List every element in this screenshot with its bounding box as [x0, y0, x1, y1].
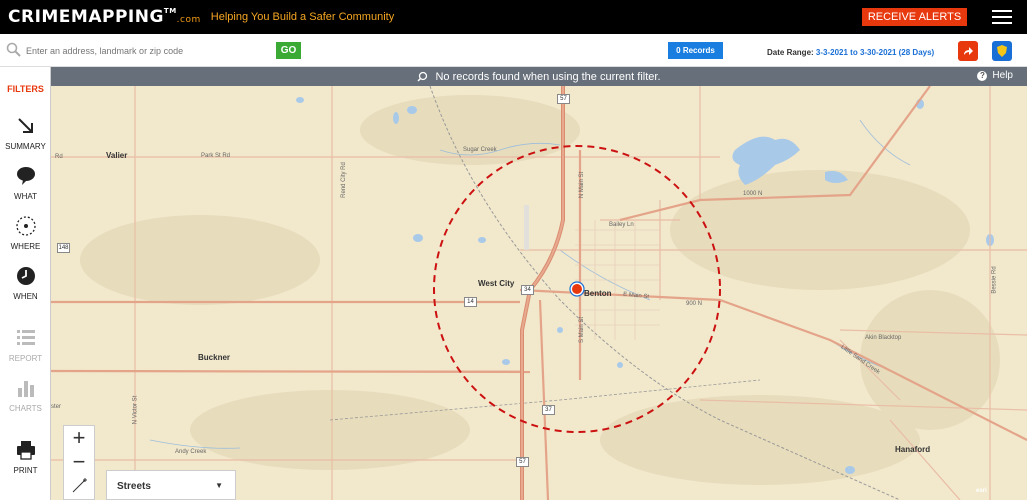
road-label: Rend City Rd [340, 162, 347, 198]
logo-com: .com [176, 15, 201, 25]
road-label: Rd [55, 154, 63, 160]
road-label: Bessie Rd [991, 266, 998, 294]
logo[interactable]: CRIMEMAPPINGTM.com [8, 7, 201, 27]
basemap-selected-value: Streets [117, 481, 151, 492]
logo-text: CRIMEMAPPING [8, 7, 164, 27]
sidebar-item-label: REPORT [8, 354, 43, 363]
help-icon: ? [977, 70, 988, 81]
sidebar-item-label: WHEN [13, 292, 38, 301]
speech-bubble-icon [16, 167, 35, 185]
arrow-down-right-icon [17, 118, 33, 133]
receive-alerts-button[interactable]: RECEIVE ALERTS [862, 8, 967, 26]
clock-icon [16, 267, 35, 285]
route-shield: 34 [521, 285, 534, 295]
top-bar: CRIMEMAPPINGTM.com Helping You Build a S… [0, 0, 1027, 34]
road-label: N Main St [579, 171, 586, 199]
sidebar-item-print[interactable]: PRINT [0, 439, 51, 475]
sidebar-item-label: WHERE [10, 242, 41, 251]
police-badge-icon [997, 45, 1007, 57]
zoom-in-button[interactable]: + [64, 425, 94, 450]
printer-icon [16, 441, 35, 460]
route-shield: 14 [464, 297, 477, 307]
basemap-select[interactable]: Streets ▼ [106, 470, 236, 500]
help-label: Help [992, 70, 1013, 81]
road-label: ster [51, 404, 62, 410]
road-label: S Main St [579, 316, 586, 344]
place-label: Buckner [198, 353, 231, 362]
list-icon [16, 330, 35, 345]
filter-notice-bar: No records found when using the current … [51, 67, 1027, 86]
measure-tool-button[interactable] [64, 474, 94, 498]
road-label: N Victor St [132, 395, 139, 425]
creek-label: Sugar Creek [463, 147, 497, 153]
search-zoom-icon [417, 71, 428, 82]
sidebar-item-when[interactable]: WHEN [0, 265, 51, 301]
sidebar-item-label: CHARTS [9, 404, 42, 413]
place-label: West City [478, 279, 515, 288]
road-label: Andy Creek [175, 449, 207, 455]
sidebar-item-label: SUMMARY [5, 142, 46, 151]
map-canvas[interactable] [51, 67, 1027, 500]
zoom-controls: + − [63, 425, 95, 500]
address-search-input[interactable] [26, 42, 266, 60]
measure-line-icon [72, 478, 87, 493]
logo-tm: TM [163, 7, 177, 15]
road-label: 900 N [686, 301, 703, 307]
place-label: Valier [106, 151, 128, 160]
road-label: 1000 N [743, 191, 763, 197]
share-arrow-icon [964, 47, 973, 55]
road-label: Park St Rd [201, 153, 231, 159]
sidebar-item-report[interactable]: REPORT [0, 327, 51, 363]
agency-button[interactable] [992, 41, 1012, 61]
sidebar-item-what[interactable]: WHAT [0, 165, 51, 201]
tagline: Helping You Build a Safer Community [210, 11, 395, 23]
place-label: Benton [584, 289, 612, 298]
road-label: Akin Blacktop [865, 335, 902, 341]
filters-label: FILTERS [7, 84, 44, 94]
date-range: Date Range: 3-3-2021 to 3-30-2021 (28 Da… [767, 48, 934, 57]
share-button[interactable] [958, 41, 978, 61]
esri-attribution-logo: esri [976, 488, 987, 494]
search-icon [6, 42, 21, 57]
sidebar-item-summary[interactable]: SUMMARY [0, 115, 51, 151]
target-icon [15, 216, 36, 236]
route-shield: 148 [57, 243, 70, 253]
filter-notice-text: No records found when using the current … [435, 70, 661, 83]
date-range-value[interactable]: 3-3-2021 to 3-30-2021 (28 Days) [816, 48, 934, 57]
sidebar-item-where[interactable]: WHERE [0, 215, 51, 251]
road-label: Bailey Ln [609, 222, 634, 228]
help-button[interactable]: ? Help [977, 70, 1013, 81]
zoom-out-button[interactable]: − [64, 449, 94, 474]
filter-sidebar: FILTERS SUMMARY WHAT WHERE WHEN REPORT C… [0, 67, 51, 500]
records-button[interactable]: 0 Records [668, 42, 723, 59]
crime-map[interactable]: Valier West City Benton Buckner Hanaford… [51, 67, 1027, 500]
sidebar-item-charts[interactable]: CHARTS [0, 377, 51, 413]
go-button[interactable]: GO [276, 42, 301, 59]
search-bar: GO 0 Records Date Range: 3-3-2021 to 3-3… [0, 34, 1027, 67]
route-shield: 57 [557, 94, 570, 104]
route-shield: 37 [542, 405, 555, 415]
date-range-label: Date Range: [767, 48, 814, 57]
place-label: Hanaford [895, 445, 931, 454]
chevron-down-icon: ▼ [215, 481, 223, 490]
sidebar-item-label: PRINT [13, 466, 38, 475]
bar-chart-icon [17, 381, 34, 397]
hamburger-icon[interactable] [992, 10, 1012, 24]
route-shield: 57 [516, 457, 529, 467]
sidebar-item-label: WHAT [14, 192, 37, 201]
